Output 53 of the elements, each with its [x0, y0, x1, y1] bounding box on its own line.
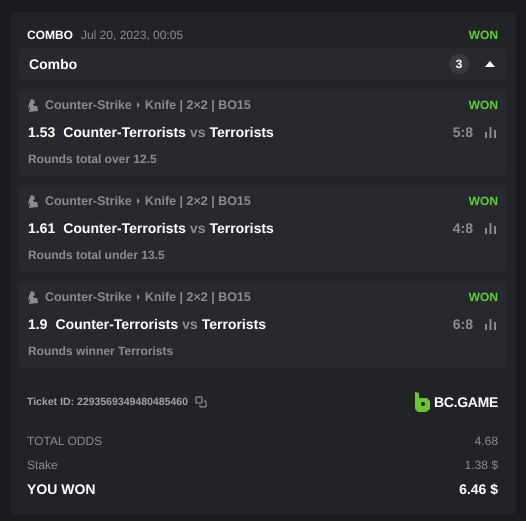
- stats-icon[interactable]: [485, 222, 496, 234]
- versus-label: vs: [190, 220, 206, 236]
- bet-date: Jul 20, 2023, 00:05: [81, 28, 184, 42]
- soldier-icon: [28, 98, 39, 112]
- chevron-icon: [136, 198, 140, 204]
- odds-value: 1.9: [28, 316, 48, 332]
- total-value: 4.68: [474, 434, 498, 448]
- versus-label: vs: [182, 316, 198, 332]
- tournament-label: Knife | 2×2 | BO15: [144, 194, 251, 208]
- team-name: Terrorists: [209, 124, 274, 140]
- team-name: Counter-Terrorists: [63, 220, 186, 236]
- bet-status: WON: [468, 28, 498, 42]
- stats-icon[interactable]: [485, 126, 496, 138]
- market-label: Rounds winner Terrorists: [28, 344, 174, 358]
- market-label: Rounds total over 12.5: [28, 152, 158, 166]
- odds-value: 1.61: [28, 220, 56, 236]
- total-value: 6.46 $: [459, 481, 498, 497]
- total-label: TOTAL ODDS: [27, 434, 102, 448]
- brand-name: BC.GAME: [434, 394, 498, 410]
- odds-value: 1.53: [28, 124, 56, 140]
- match-score: 5:8: [452, 124, 473, 140]
- total-value: 1.38 $: [464, 458, 498, 472]
- total-label: YOU WON: [27, 481, 96, 497]
- bet-type: COMBO: [27, 28, 73, 42]
- team-name: Terrorists: [202, 316, 266, 332]
- match-score: 4:8: [452, 220, 473, 236]
- caret-icon[interactable]: [485, 61, 495, 67]
- ticket-id: Ticket ID: 2293569349480485460: [27, 396, 188, 408]
- soldier-icon: [28, 290, 39, 304]
- team-name: Counter-Terrorists: [63, 124, 186, 140]
- bet-status: WON: [468, 194, 498, 208]
- sport-name: Counter-Strike: [45, 290, 132, 304]
- combo-title: Combo: [29, 56, 78, 72]
- team-name: Counter-Terrorists: [55, 316, 178, 332]
- stats-icon[interactable]: [485, 318, 496, 330]
- match-score: 6:8: [452, 316, 473, 332]
- combo-header[interactable]: Combo 3: [19, 48, 507, 80]
- sport-name: Counter-Strike: [45, 194, 132, 208]
- total-label: Stake: [27, 458, 58, 472]
- soldier-icon: [28, 194, 39, 208]
- logo-icon: [414, 392, 430, 412]
- market-label: Rounds total under 13.5: [28, 248, 166, 262]
- bet-status: WON: [468, 98, 498, 112]
- sport-name: Counter-Strike: [45, 98, 132, 112]
- tournament-label: Knife | 2×2 | BO15: [144, 98, 251, 112]
- chevron-icon: [136, 102, 140, 108]
- tournament-label: Knife | 2×2 | BO15: [144, 290, 251, 304]
- count-badge: 3: [449, 54, 469, 74]
- copy-icon[interactable]: [194, 396, 207, 408]
- chevron-icon: [136, 294, 140, 300]
- bet-status: WON: [468, 290, 498, 304]
- team-name: Terrorists: [209, 220, 274, 236]
- versus-label: vs: [190, 124, 206, 140]
